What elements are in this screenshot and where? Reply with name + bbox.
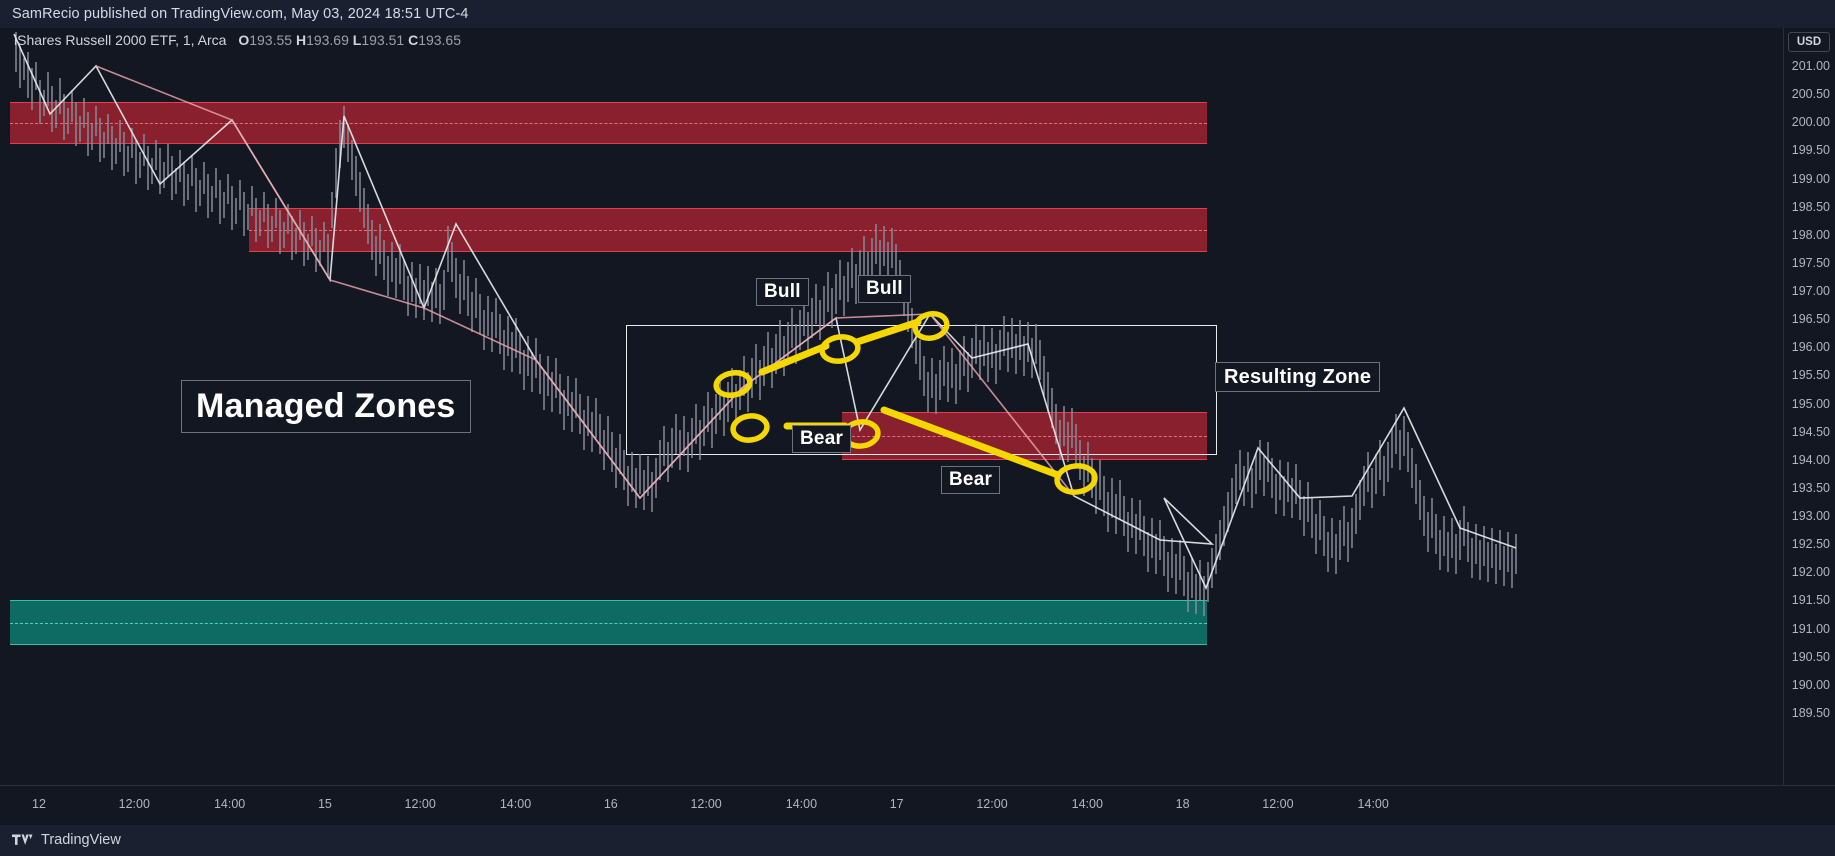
time-tick: 14:00 xyxy=(213,797,246,811)
zigzag-trend-line-pink xyxy=(95,65,1075,500)
time-tick: 12:00 xyxy=(1262,797,1294,811)
price-tick: 198.50 xyxy=(1791,199,1830,214)
price-tick: 195.00 xyxy=(1791,396,1830,411)
open-value: 193.55 xyxy=(249,32,293,48)
time-tick: 17 xyxy=(889,797,904,811)
resulting-zone-text: Resulting Zone xyxy=(1224,365,1372,388)
bull-label-2-text: Bull xyxy=(866,278,903,299)
open-key: O xyxy=(238,32,250,48)
price-tick: 194.50 xyxy=(1791,424,1830,439)
resulting-zone-label[interactable]: Resulting Zone xyxy=(1215,362,1381,392)
time-tick: 12:00 xyxy=(976,797,1008,811)
time-tick: 14:00 xyxy=(1357,797,1389,811)
time-tick: 12:00 xyxy=(404,797,436,811)
price-tick: 195.50 xyxy=(1791,368,1830,383)
close-key: C xyxy=(408,32,419,48)
currency-badge[interactable]: USD xyxy=(1788,32,1830,52)
pointer-bull-2 xyxy=(853,318,922,346)
price-tick: 199.50 xyxy=(1791,143,1830,158)
price-tick: 191.00 xyxy=(1791,621,1830,636)
price-tick: 196.00 xyxy=(1791,340,1830,355)
bull-label-1[interactable]: Bull xyxy=(756,278,809,306)
attribution-bar: SamRecio published on TradingView.com, M… xyxy=(0,0,1835,28)
pivot-circle-bear-left xyxy=(730,413,770,443)
price-tick: 198.00 xyxy=(1791,227,1830,242)
time-tick: 16 xyxy=(603,797,618,811)
time-axis[interactable]: 12 12:00 14:00 15 12:00 14:00 16 12:00 14:00 17 12… xyxy=(0,785,1835,826)
close-value: 193.65 xyxy=(418,32,462,48)
price-tick: 191.50 xyxy=(1791,593,1830,608)
time-tick: 12:00 xyxy=(118,797,150,811)
tradingview-brand-text: TradingView xyxy=(41,832,121,848)
high-value: 193.69 xyxy=(306,32,349,48)
managed-zones-label[interactable]: Managed Zones xyxy=(181,380,471,433)
price-tick: 197.00 xyxy=(1791,284,1830,299)
chart-pane[interactable]: Managed Zones Resulting Zone Bull Bull B… xyxy=(0,28,1783,785)
time-tick: 18 xyxy=(1175,797,1190,811)
bear-label-2[interactable]: Bear xyxy=(941,466,1001,494)
low-value: 193.51 xyxy=(361,32,405,48)
price-tick: 193.50 xyxy=(1791,480,1830,495)
time-tick: 14:00 xyxy=(785,797,818,811)
price-tick: 192.00 xyxy=(1791,565,1830,580)
price-tick: 201.00 xyxy=(1791,59,1830,73)
symbol-legend[interactable]: iShares Russell 2000 ETF, 1, Arca O193.5… xyxy=(14,32,461,48)
price-tick: 197.50 xyxy=(1791,255,1830,270)
bull-label-1-text: Bull xyxy=(764,281,801,302)
pivot-circle-bear-2 xyxy=(1054,463,1098,495)
attribution-text: SamRecio published on TradingView.com, M… xyxy=(12,6,469,22)
price-tick: 199.00 xyxy=(1791,171,1830,186)
zigzag-pivot-line xyxy=(13,33,1517,591)
price-tick: 196.50 xyxy=(1791,312,1830,327)
bull-label-2[interactable]: Bull xyxy=(858,275,911,303)
time-tick: 14:00 xyxy=(499,797,532,811)
bear-label-1-text: Bear xyxy=(800,428,844,449)
footer-bar: TradingView xyxy=(0,825,1835,856)
price-tick: 194.00 xyxy=(1791,452,1830,467)
managed-zones-text: Managed Zones xyxy=(196,387,456,425)
price-tick: 189.50 xyxy=(1791,705,1830,720)
bear-label-2-text: Bear xyxy=(949,469,993,490)
ohlc-values: O193.55 H193.69 L193.51 C193.65 xyxy=(238,32,461,48)
price-tick: 200.50 xyxy=(1791,87,1830,102)
candlestick-series xyxy=(15,32,1517,616)
tradingview-logo-icon xyxy=(12,834,33,845)
time-tick: 14:00 xyxy=(1071,797,1103,811)
time-tick: 12:00 xyxy=(690,797,722,811)
price-tick: 192.50 xyxy=(1791,537,1830,552)
bear-label-1[interactable]: Bear xyxy=(792,425,852,453)
price-tick: 200.00 xyxy=(1791,115,1830,130)
price-tick: 193.00 xyxy=(1791,509,1830,524)
time-tick: 12 xyxy=(32,797,46,811)
price-tick: 190.00 xyxy=(1791,677,1830,692)
time-tick: 15 xyxy=(317,797,332,811)
tradingview-chart-screenshot: SamRecio published on TradingView.com, M… xyxy=(0,0,1835,856)
tradingview-logo[interactable]: TradingView xyxy=(12,832,121,848)
price-tick: 190.50 xyxy=(1791,649,1830,664)
symbol-title: iShares Russell 2000 ETF, 1, Arca xyxy=(14,32,227,48)
price-axis[interactable]: USD 201.00 200.50 200.00 199.50 199.00 198.50… xyxy=(1783,28,1835,785)
high-key: H xyxy=(295,32,307,48)
